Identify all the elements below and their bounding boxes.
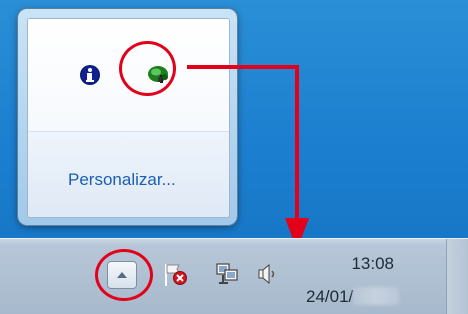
volume-icon[interactable] — [255, 261, 281, 287]
app-icon-highlight-circle — [119, 41, 176, 96]
show-hidden-highlight-circle — [95, 249, 153, 301]
popup-footer: Personalizar... — [28, 131, 229, 217]
network-icon[interactable] — [214, 261, 240, 287]
redacted-year — [353, 287, 400, 305]
flag-x-icon[interactable] — [162, 261, 190, 289]
clock-time[interactable]: 13:08 — [318, 254, 394, 274]
notification-overflow-popup: Personalizar... — [18, 9, 237, 225]
info-icon[interactable] — [79, 64, 101, 86]
show-desktop-button[interactable] — [446, 239, 468, 314]
customize-link[interactable]: Personalizar... — [68, 170, 176, 190]
clock-date-text: 24/01/ — [306, 287, 354, 306]
taskbar: 13:08 24/01/ — [0, 238, 468, 314]
clock-date[interactable]: 24/01/ — [306, 287, 400, 307]
